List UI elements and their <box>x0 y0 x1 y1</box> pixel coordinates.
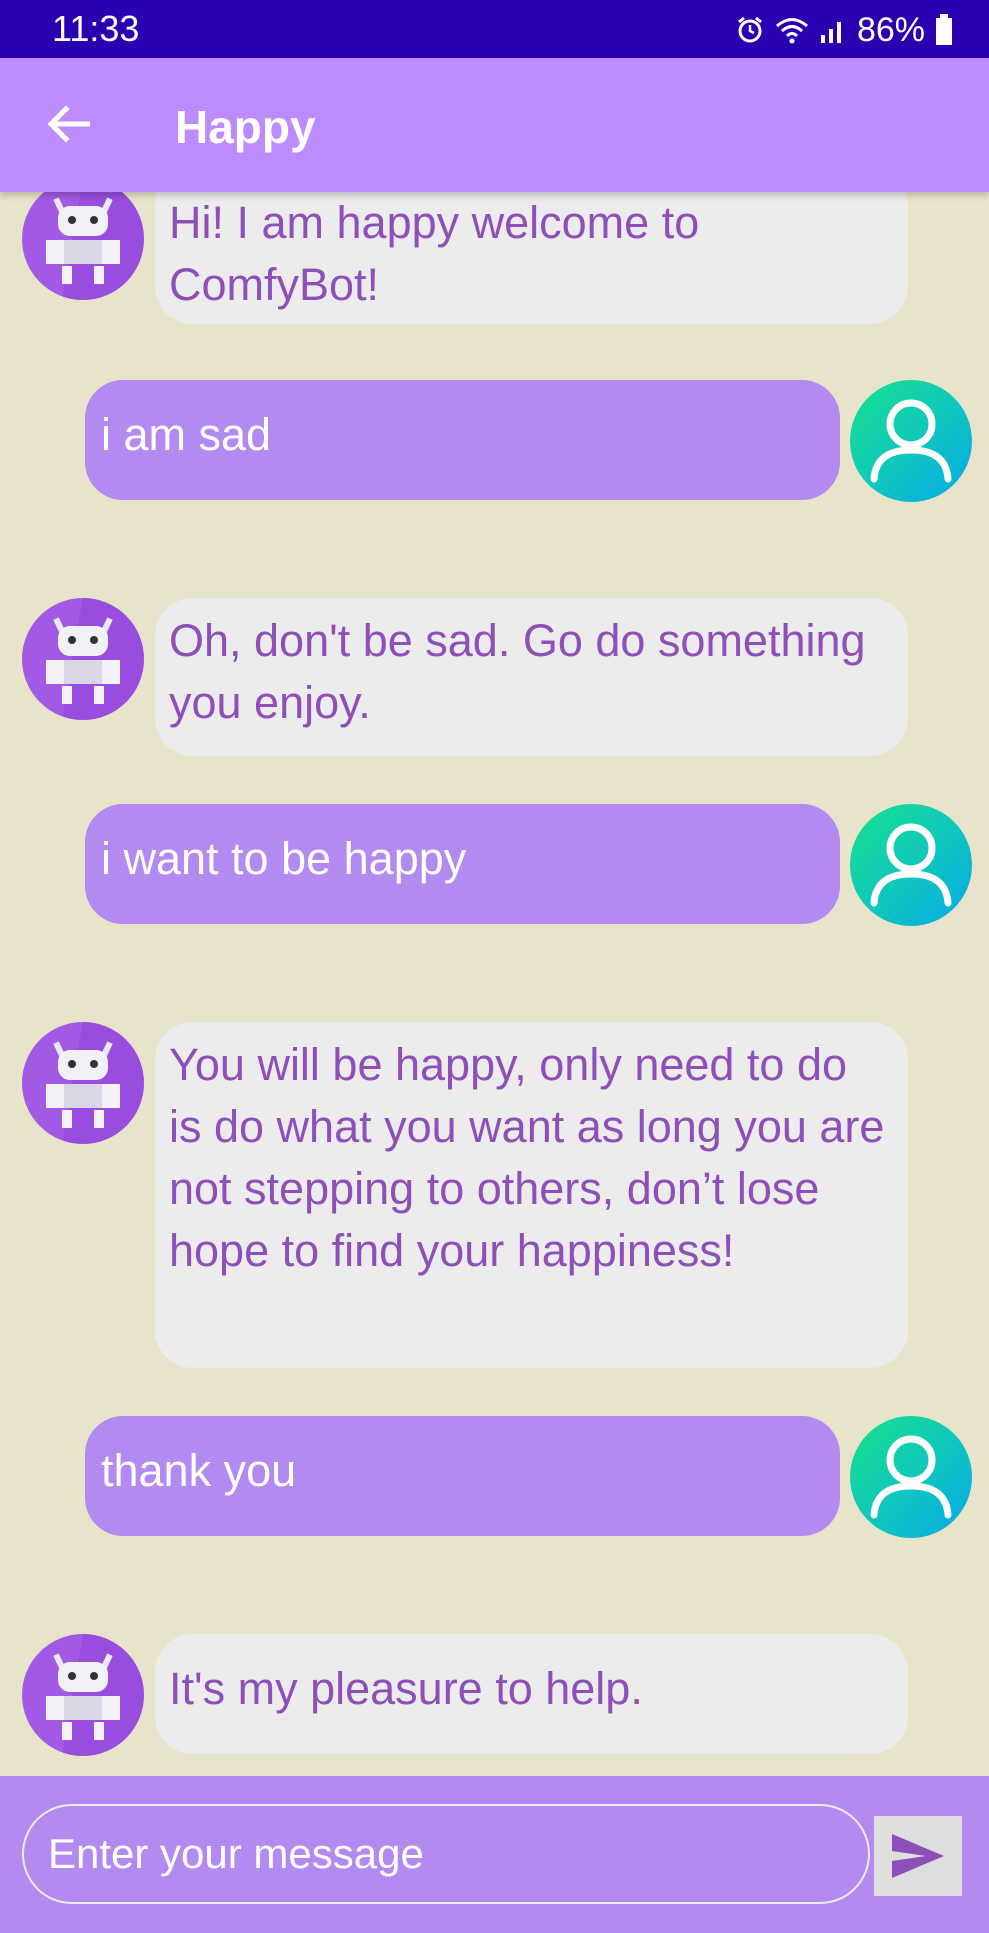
bot-avatar <box>22 1634 144 1756</box>
user-avatar <box>850 1416 972 1538</box>
battery-percent: 86% <box>856 10 925 49</box>
status-time: 11:33 <box>52 8 140 49</box>
message-text: It's my pleasure to help. <box>169 1663 643 1714</box>
send-icon <box>892 1834 944 1878</box>
message-text: You will be happy, only need to do is do… <box>169 1039 885 1276</box>
bot-message-bubble: You will be happy, only need to do is do… <box>155 1022 908 1368</box>
robot-icon <box>46 1022 144 1144</box>
user-icon <box>870 399 952 483</box>
back-button[interactable] <box>40 96 96 152</box>
bot-message-bubble: Oh, don't be sad. Go do something you en… <box>155 598 908 756</box>
message-input[interactable] <box>22 1804 870 1904</box>
bot-avatar <box>22 192 144 300</box>
arrow-left-icon <box>47 105 90 143</box>
battery-icon <box>935 14 953 46</box>
message-text: i want to be happy <box>101 833 467 884</box>
user-message-bubble: i am sad <box>85 380 840 500</box>
user-message-bubble: i want to be happy <box>85 804 840 924</box>
robot-icon <box>46 598 144 720</box>
robot-icon <box>46 1634 144 1756</box>
user-icon <box>870 823 952 907</box>
message-text: i am sad <box>101 409 272 460</box>
alarm-icon <box>735 15 765 45</box>
chat-list[interactable]: Hi! I am happy welcome to ComfyBot! i am… <box>0 192 989 1776</box>
message-text: thank you <box>101 1445 297 1496</box>
user-avatar <box>850 804 972 926</box>
message-composer <box>0 1776 989 1933</box>
robot-icon <box>46 192 144 300</box>
bot-message-bubble: It's my pleasure to help. <box>155 1634 908 1754</box>
wifi-icon <box>775 15 809 45</box>
bot-avatar <box>22 1022 144 1144</box>
signal-icon <box>819 15 847 45</box>
user-icon <box>870 1435 952 1519</box>
bot-message-bubble: Hi! I am happy welcome to ComfyBot! <box>155 192 908 324</box>
user-message-bubble: thank you <box>85 1416 840 1536</box>
send-button[interactable] <box>874 1816 962 1896</box>
user-avatar <box>850 380 972 502</box>
status-icons: 86% <box>735 8 953 52</box>
bot-avatar <box>22 598 144 720</box>
message-text: Oh, don't be sad. Go do something you en… <box>169 615 866 728</box>
status-bar: 11:33 86% <box>0 0 989 58</box>
page-title: Happy <box>175 101 316 153</box>
message-text: Hi! I am happy welcome to ComfyBot! <box>169 197 700 310</box>
app-bar: Happy <box>0 58 989 192</box>
